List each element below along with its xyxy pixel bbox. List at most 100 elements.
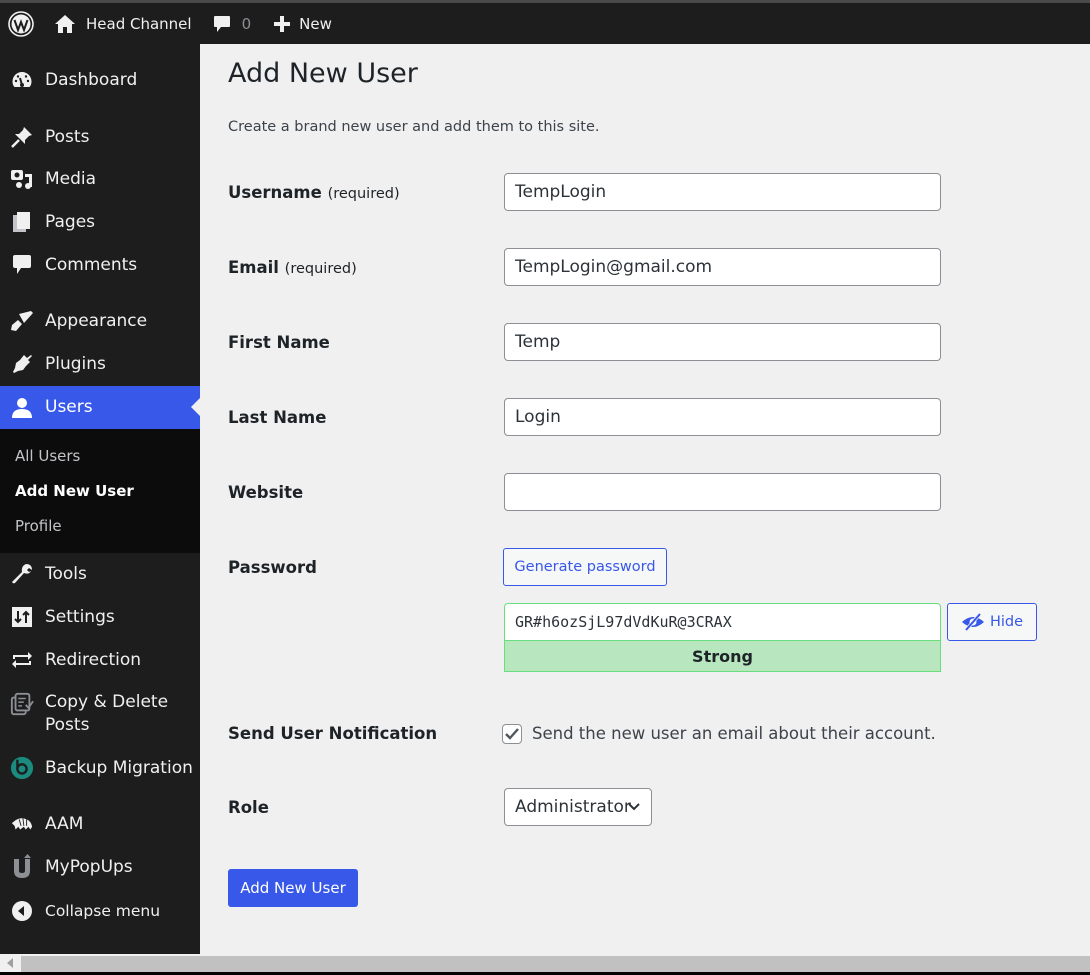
settings-icon	[10, 605, 34, 629]
sidebar-item-label-line2: Posts	[45, 715, 90, 735]
role-select[interactable]: Administrator	[504, 788, 652, 826]
sidebar-item-label: AAM	[45, 813, 84, 834]
sidebar-item-label: Tools	[45, 563, 87, 584]
wordpress-logo-icon	[8, 10, 34, 37]
send-notification-text: Send the new user an email about their a…	[532, 724, 936, 743]
comment-icon	[10, 253, 34, 277]
sidebar-item-backup-migration[interactable]: Backup Migration	[0, 748, 200, 788]
main-content: Add New User Create a brand new user and…	[200, 44, 1090, 954]
media-icon	[10, 167, 34, 191]
email-label-text: Email	[228, 258, 279, 277]
copy-delete-icon	[10, 692, 34, 716]
send-notification-checkbox[interactable]	[502, 724, 522, 744]
required-indicator: (required)	[327, 186, 400, 202]
wordpress-logo-button[interactable]	[0, 3, 50, 44]
page-intro: Create a brand new user and add them to …	[228, 119, 600, 135]
mypopups-icon	[10, 854, 34, 879]
sidebar-item-label: Dashboard	[45, 69, 138, 90]
hide-password-button[interactable]: Hide	[947, 603, 1037, 641]
sidebar-item-label: Posts	[45, 126, 90, 147]
collapse-menu-button[interactable]: Collapse menu	[0, 891, 200, 931]
sidebar-item-label: Appearance	[45, 310, 148, 331]
sidebar-item-dashboard[interactable]: Dashboard	[0, 60, 200, 100]
sidebar-item-pages[interactable]: Pages	[0, 202, 200, 242]
scroll-left-arrow-icon[interactable]	[7, 958, 13, 968]
sidebar-item-posts[interactable]: Posts	[0, 117, 200, 157]
generate-password-button[interactable]: Generate password	[503, 548, 667, 586]
eye-slash-icon	[961, 612, 984, 632]
site-name: Head Channel	[86, 14, 192, 33]
last-name-value: Login	[515, 407, 561, 427]
sidebar-item-label: Plugins	[45, 353, 106, 374]
sidebar-item-label: Comments	[45, 254, 138, 275]
sidebar-item-aam[interactable]: AAM	[0, 804, 200, 844]
checkmark-icon	[505, 728, 519, 740]
sidebar-item-settings[interactable]: Settings	[0, 597, 200, 637]
site-name-link[interactable]: Head Channel	[50, 3, 192, 44]
email-label: Email (required)	[228, 258, 357, 277]
sidebar-item-users[interactable]: Users	[0, 386, 200, 429]
comment-icon	[213, 15, 230, 32]
username-value: TempLogin	[515, 182, 607, 202]
last-name-input[interactable]: Login	[504, 398, 941, 436]
pages-icon	[10, 210, 34, 234]
email-input[interactable]: TempLogin@gmail.com	[504, 248, 941, 286]
password-label: Password	[228, 558, 317, 577]
password-strength-meter: Strong	[504, 640, 941, 672]
sidebar-item-label: MyPopUps	[45, 856, 133, 877]
new-content-button[interactable]: New	[273, 3, 332, 44]
sidebar-item-label: Redirection	[45, 649, 142, 670]
sidebar-item-label: Media	[45, 168, 97, 189]
last-name-label: Last Name	[228, 408, 327, 427]
admin-bar: Head Channel 0 New	[0, 3, 1090, 44]
sidebar-item-tools[interactable]: Tools	[0, 554, 200, 594]
scrollbar-thumb[interactable]	[21, 956, 1090, 972]
pin-icon	[10, 125, 34, 149]
sidebar-item-mypopups[interactable]: MyPopUps	[0, 847, 200, 887]
sidebar-item-label-line1: Copy & Delete	[45, 692, 169, 712]
new-label: New	[299, 14, 332, 33]
comments-link[interactable]: 0	[212, 3, 252, 44]
first-name-value: Temp	[515, 332, 561, 352]
dashboard-icon	[10, 68, 34, 92]
sidebar-item-label: Users	[45, 397, 93, 417]
password-input[interactable]: GR#h6ozSjL97dVdKuR@3CRAX	[504, 603, 941, 641]
sidebar-item-redirection[interactable]: Redirection	[0, 640, 200, 680]
hide-label: Hide	[989, 614, 1024, 630]
password-value: GR#h6ozSjL97dVdKuR@3CRAX	[515, 613, 732, 631]
username-label-text: Username	[228, 183, 322, 202]
sidebar-item-comments[interactable]: Comments	[0, 245, 200, 285]
website-input[interactable]	[504, 473, 941, 511]
paintbrush-icon	[10, 309, 34, 333]
sidebar-item-label: Backup Migration	[45, 757, 193, 778]
horizontal-scrollbar[interactable]	[0, 954, 1090, 972]
submenu-item-add-new-user[interactable]: Add New User	[15, 482, 134, 500]
armadillo-icon	[10, 812, 34, 836]
sidebar-item-label: Collapse menu	[45, 901, 161, 920]
username-input[interactable]: TempLogin	[504, 173, 941, 211]
role-value: Administrator	[515, 797, 631, 817]
sidebar-item-plugins[interactable]: Plugins	[0, 344, 200, 384]
submenu-item-profile[interactable]: Profile	[15, 517, 62, 535]
submenu-item-all-users[interactable]: All Users	[15, 447, 80, 465]
sidebar-item-media[interactable]: Media	[0, 159, 200, 199]
home-icon	[55, 14, 75, 33]
sidebar-item-label: Pages	[45, 211, 96, 232]
first-name-input[interactable]: Temp	[504, 323, 941, 361]
plugin-icon	[10, 352, 34, 376]
plus-icon	[274, 15, 291, 32]
first-name-label: First Name	[228, 333, 330, 352]
comments-count: 0	[241, 14, 252, 33]
website-label: Website	[228, 483, 304, 502]
user-icon	[10, 396, 34, 420]
page-title: Add New User	[228, 58, 418, 89]
sidebar-item-label: Settings	[45, 606, 115, 627]
collapse-icon	[10, 899, 34, 923]
sidebar-item-appearance[interactable]: Appearance	[0, 301, 200, 341]
add-new-user-button[interactable]: Add New User	[228, 869, 358, 907]
role-label: Role	[228, 798, 269, 817]
sidebar-item-copy-delete-posts[interactable]: Copy & Delete Posts	[0, 684, 200, 736]
redirect-icon	[10, 648, 34, 672]
backup-icon	[10, 756, 34, 780]
wrench-icon	[10, 562, 34, 586]
